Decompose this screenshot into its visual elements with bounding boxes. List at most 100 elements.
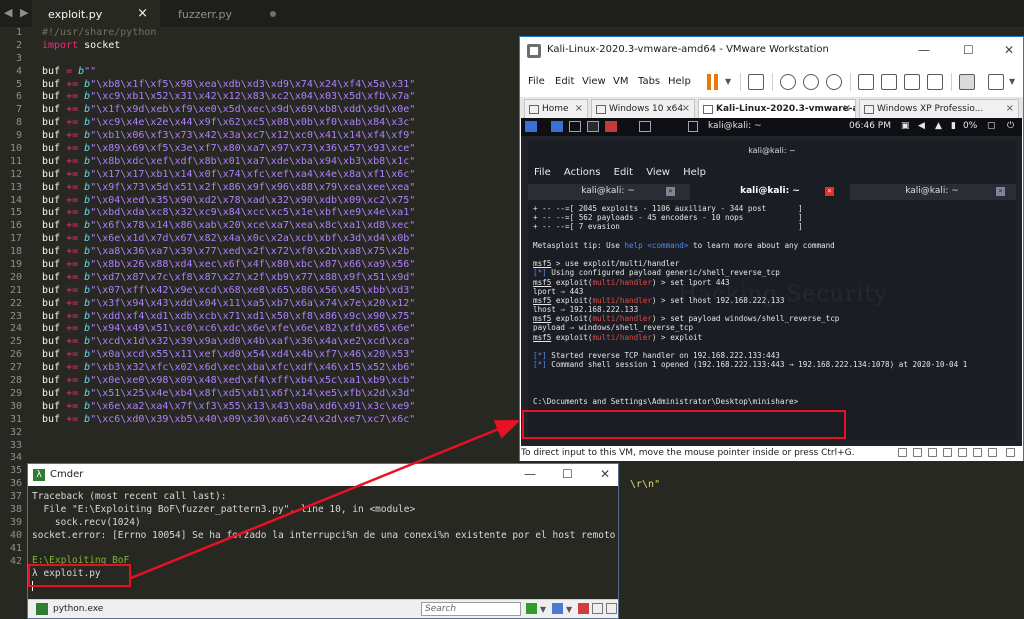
close-icon[interactable]: × (137, 6, 148, 21)
chevron-down-icon[interactable]: ▼ (566, 605, 572, 614)
lock-icon[interactable] (578, 603, 589, 614)
fullscreen-icon[interactable] (904, 74, 920, 90)
line-number: 25 (9, 336, 22, 348)
banner-line: + -- --=[ 562 payloads - 45 encoders - 1… (533, 213, 803, 223)
chevron-down-icon[interactable]: ▼ (1009, 77, 1015, 86)
app-launcher-icon[interactable] (605, 121, 617, 132)
vm-icon (864, 105, 874, 114)
kali-guest-screen[interactable]: kali@kali: ~ 06:46 PM ▣ ◀ ▲ ▮ 0% ▢ ⏻ kal… (521, 118, 1022, 446)
term-menu-actions[interactable]: Actions (564, 167, 601, 178)
search-input[interactable]: Search (421, 602, 521, 616)
terminal-output[interactable]: + -- --=[ 2045 exploits - 1106 auxiliary… (533, 204, 1011, 406)
cmder-window[interactable]: λ Cmder — ☐ ✕ Traceback (most recent cal… (27, 463, 619, 619)
line-number: 26 (9, 349, 22, 361)
revert-snapshot-icon[interactable] (803, 74, 819, 90)
clock[interactable]: 06:46 PM (849, 121, 891, 131)
code-line: buf += b"\x94\x49\x51\xc0\xc6\xdc\x6e\xf… (42, 323, 542, 336)
kali-menu-icon[interactable] (525, 121, 537, 132)
unity-icon[interactable] (927, 74, 943, 90)
close-icon[interactable]: × (996, 187, 1005, 196)
vm-tab-home[interactable]: Home × (524, 99, 588, 120)
close-icon[interactable]: × (1006, 103, 1014, 114)
volume-icon[interactable]: ◀ (918, 121, 925, 131)
menu-vm[interactable]: VM (613, 76, 628, 87)
cmder-title-bar[interactable]: λ Cmder — ☐ ✕ (28, 464, 618, 486)
sidebar-icon[interactable] (858, 74, 874, 90)
chevron-down-icon[interactable]: ▼ (725, 77, 731, 86)
close-icon[interactable]: × (666, 187, 675, 196)
maximize-button[interactable]: ☐ (562, 467, 573, 481)
unsaved-dot-icon[interactable] (270, 11, 276, 17)
console-view-icon[interactable] (959, 74, 975, 90)
snapshot-icon[interactable] (780, 74, 796, 90)
vm-tab-windows10[interactable]: Windows 10 x64 × (591, 99, 695, 120)
menu-tabs[interactable]: Tabs (638, 76, 660, 87)
var-name: buf (42, 207, 61, 219)
code-line: buf += b"\x0a\xcd\x55\x11\xef\xd0\x54\xd… (42, 349, 542, 362)
close-icon[interactable]: × (575, 103, 583, 114)
cdrom-icon[interactable] (913, 448, 922, 457)
console-list-icon[interactable] (552, 603, 563, 614)
minimize-button[interactable]: — (524, 467, 536, 481)
power-icon[interactable]: ⏻ (1007, 121, 1014, 131)
maximize-button[interactable]: ☐ (963, 43, 974, 57)
menu-view[interactable]: View (582, 76, 606, 87)
windows-shell-prompt[interactable]: C:\Documents and Settings\Administrator\… (533, 397, 1011, 406)
workspace-2-icon[interactable] (569, 121, 581, 132)
tab-nav-arrows[interactable]: ◀ ▶ (4, 6, 30, 19)
hdd-icon[interactable] (898, 448, 907, 457)
line-number: 30 (9, 400, 22, 412)
vm-tab-winxp[interactable]: Windows XP Professio... × (859, 99, 1019, 120)
split-icon[interactable] (592, 603, 603, 614)
display-icon[interactable] (988, 448, 997, 457)
tab-fuzzerr-py[interactable]: fuzzerr.py (162, 0, 290, 27)
code-area[interactable]: #!/usr/share/python import socket buf = … (42, 27, 542, 427)
close-icon[interactable]: × (682, 103, 690, 114)
terminal-task-icon[interactable] (639, 121, 651, 132)
network-icon[interactable] (928, 448, 937, 457)
close-icon[interactable]: × (825, 187, 834, 196)
close-button[interactable]: ✕ (600, 467, 610, 481)
code-line: buf += b"\x04\xed\x35\x90\xd2\x78\xad\x3… (42, 195, 542, 208)
term-menu-edit[interactable]: Edit (614, 167, 633, 178)
sound-icon[interactable] (958, 448, 967, 457)
menu-file[interactable]: File (528, 76, 545, 87)
terminal-tab[interactable]: kali@kali: ~ (528, 184, 688, 200)
process-label[interactable]: python.exe (53, 604, 103, 614)
term-menu-help[interactable]: Help (683, 167, 706, 178)
code-line: buf += b"\xbd\xda\xc8\x32\xc9\x84\xcc\xc… (42, 207, 542, 220)
pause-icon[interactable] (706, 74, 720, 90)
chevron-down-icon[interactable]: ▼ (540, 605, 546, 614)
terminal-tab[interactable]: kali@kali: ~ (852, 184, 1012, 200)
message-icon[interactable] (1006, 448, 1015, 457)
minimize-button[interactable]: — (918, 43, 930, 57)
vm-tab-kali[interactable]: Kali-Linux-2020.3-vmware-a... × (698, 99, 856, 120)
thumbnail-icon[interactable] (881, 74, 897, 90)
menu-icon[interactable] (606, 603, 617, 614)
close-button[interactable]: ✕ (1004, 43, 1014, 57)
workspace-1-icon[interactable] (551, 121, 563, 132)
lock-icon[interactable]: ▢ (987, 121, 996, 131)
taskbar-window-label[interactable]: kali@kali: ~ (708, 121, 762, 131)
code-line: buf += b"\x1f\x9d\xeb\xf9\xe0\x5d\xec\x9… (42, 104, 542, 117)
stretch-icon[interactable] (988, 74, 1004, 90)
line-number: 32 (9, 426, 22, 438)
snapshot-manager-icon[interactable] (826, 74, 842, 90)
menu-edit[interactable]: Edit (555, 76, 574, 87)
new-console-icon[interactable] (526, 603, 537, 614)
vmware-window[interactable]: Kali-Linux-2020.3-vmware-amd64 - VMware … (519, 36, 1024, 461)
vmware-title-bar[interactable]: Kali-Linux-2020.3-vmware-amd64 - VMware … (520, 37, 1023, 65)
tab-exploit-py[interactable]: exploit.py × (32, 0, 160, 27)
menu-help[interactable]: Help (668, 76, 691, 87)
close-icon[interactable]: × (843, 103, 851, 114)
display-icon[interactable]: ▣ (901, 121, 910, 131)
send-ctrl-alt-del-icon[interactable] (748, 74, 764, 90)
term-menu-view[interactable]: View (646, 167, 670, 178)
printer-icon[interactable] (973, 448, 982, 457)
term-menu-file[interactable]: File (534, 167, 551, 178)
code-line: buf = b"" (42, 66, 542, 79)
notification-bell-icon[interactable]: ▲ (935, 121, 942, 131)
usb-icon[interactable] (943, 448, 952, 457)
terminal-window[interactable]: kali@kali: ~ File Actions Edit View Help… (528, 140, 1016, 440)
terminal-launcher-icon[interactable] (587, 121, 599, 132)
